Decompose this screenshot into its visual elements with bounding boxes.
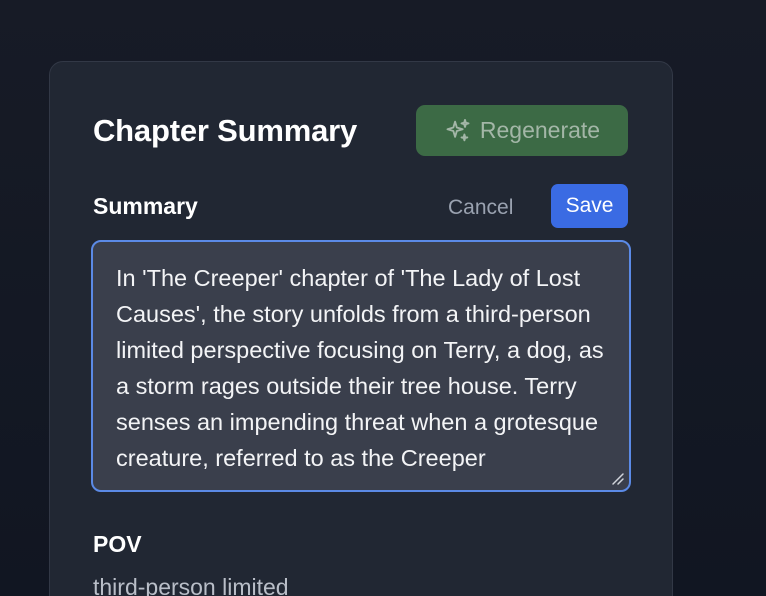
sparkles-icon bbox=[444, 117, 472, 145]
regenerate-label: Regenerate bbox=[479, 117, 601, 143]
regenerate-button[interactable]: Regenerate bbox=[416, 105, 628, 156]
page: Chapter Summary Regenerate Summary Cance… bbox=[0, 0, 766, 596]
resize-handle-icon[interactable] bbox=[611, 472, 625, 486]
summary-textarea-container: In 'The Creeper' chapter of 'The Lady of… bbox=[91, 240, 631, 492]
pov-label: POV bbox=[93, 531, 142, 557]
chapter-summary-card: Chapter Summary Regenerate Summary Cance… bbox=[49, 61, 673, 596]
card-title: Chapter Summary bbox=[93, 113, 358, 148]
save-button[interactable]: Save bbox=[551, 184, 628, 228]
summary-label: Summary bbox=[93, 193, 198, 219]
cancel-button[interactable]: Cancel bbox=[440, 188, 521, 228]
summary-textarea[interactable]: In 'The Creeper' chapter of 'The Lady of… bbox=[93, 242, 629, 490]
pov-value: third-person limited bbox=[93, 574, 289, 596]
